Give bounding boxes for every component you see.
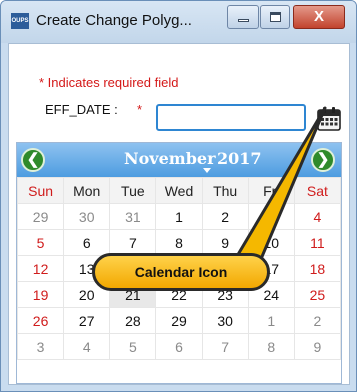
calendar-day[interactable]: 8 xyxy=(247,333,295,360)
year-selector[interactable]: 2017 xyxy=(217,149,262,168)
calendar-day[interactable]: 1 xyxy=(247,307,295,334)
calendar-day[interactable]: 7 xyxy=(109,229,157,256)
calendar-day[interactable]: 25 xyxy=(293,281,342,308)
weekday-header: Fri xyxy=(247,177,295,204)
calendar-day[interactable]: 10 xyxy=(247,229,295,256)
calendar-day[interactable]: 9 xyxy=(293,333,342,360)
next-month-button[interactable]: ❯ xyxy=(311,148,335,172)
calendar-day[interactable]: 8 xyxy=(155,229,203,256)
required-star: * xyxy=(137,102,143,117)
calendar-day[interactable]: 11 xyxy=(293,229,342,256)
calendar-day[interactable]: 1 xyxy=(155,203,203,230)
calendar-day[interactable]: 2 xyxy=(201,203,249,230)
calendar-day[interactable]: 3 xyxy=(16,333,65,360)
calendar-day[interactable]: 4 xyxy=(293,203,342,230)
calendar-day[interactable]: 6 xyxy=(63,229,111,256)
calendar-day[interactable]: 3 xyxy=(247,203,295,230)
calendar-day[interactable]: 4 xyxy=(63,333,111,360)
chevron-down-icon[interactable] xyxy=(203,168,211,173)
calendar-icon-callout: Calendar Icon xyxy=(92,253,270,291)
calendar-day[interactable]: 6 xyxy=(155,333,203,360)
arrow-right-icon: ❯ xyxy=(316,151,330,168)
minimize-button[interactable] xyxy=(227,5,259,29)
weekday-header: Mon xyxy=(63,177,111,204)
weekday-header: Sun xyxy=(16,177,65,204)
calendar-day[interactable]: 31 xyxy=(109,203,157,230)
eff-date-label: EFF_DATE : xyxy=(45,102,118,117)
dialog-content: * Indicates required field EFF_DATE : * … xyxy=(8,43,350,385)
required-field-note: * Indicates required field xyxy=(39,75,179,90)
prev-month-button[interactable]: ❮ xyxy=(21,148,45,172)
calendar-day[interactable]: 7 xyxy=(201,333,249,360)
maximize-icon xyxy=(270,12,281,22)
minimize-icon xyxy=(238,19,249,22)
calendar-day[interactable]: 5 xyxy=(16,229,65,256)
arrow-left-icon: ❮ xyxy=(26,151,40,168)
calendar-day[interactable]: 28 xyxy=(109,307,157,334)
calendar-day[interactable]: 29 xyxy=(155,307,203,334)
calendar-day[interactable]: 27 xyxy=(63,307,111,334)
calendar-day[interactable]: 30 xyxy=(63,203,111,230)
calendar-week-row: 29 30 31 1 2 3 4 xyxy=(16,203,342,230)
calendar-day[interactable]: 19 xyxy=(16,281,65,308)
weekday-header: Tue xyxy=(109,177,157,204)
maximize-button[interactable] xyxy=(260,5,290,29)
calendar-week-row: 26 27 28 29 30 1 2 xyxy=(16,307,342,334)
calendar-week-row: 3456789 xyxy=(16,333,342,360)
month-selector[interactable]: November xyxy=(124,149,216,168)
calendar-day[interactable]: 12 xyxy=(16,255,65,282)
title-bar[interactable]: OUPS Create Change Polyg... X xyxy=(1,1,356,43)
weekday-header: Thu xyxy=(201,177,249,204)
calendar-day[interactable]: 29 xyxy=(16,203,65,230)
app-icon: OUPS xyxy=(11,13,29,29)
calendar-day[interactable]: 2 xyxy=(293,307,342,334)
eff-date-input[interactable] xyxy=(156,104,306,131)
close-icon: X xyxy=(313,8,324,25)
weekday-header: Sat xyxy=(293,177,342,204)
calendar-week-row: 5 6 7 8 9 10 11 xyxy=(16,229,342,256)
dialog-window: OUPS Create Change Polyg... X * Indicate… xyxy=(0,0,357,392)
window-title: Create Change Polyg... xyxy=(36,12,192,29)
calendar-day[interactable]: 30 xyxy=(201,307,249,334)
weekday-header: Wed xyxy=(155,177,203,204)
calendar-header: ❮ November 2017 ❯ xyxy=(17,143,341,177)
calendar-day[interactable]: 5 xyxy=(109,333,157,360)
calendar-day[interactable]: 26 xyxy=(16,307,65,334)
calendar-button[interactable] xyxy=(316,106,342,132)
calendar-icon xyxy=(317,107,341,131)
calendar-day[interactable]: 18 xyxy=(293,255,342,282)
close-button[interactable]: X xyxy=(293,5,345,29)
calendar-day[interactable]: 9 xyxy=(201,229,249,256)
